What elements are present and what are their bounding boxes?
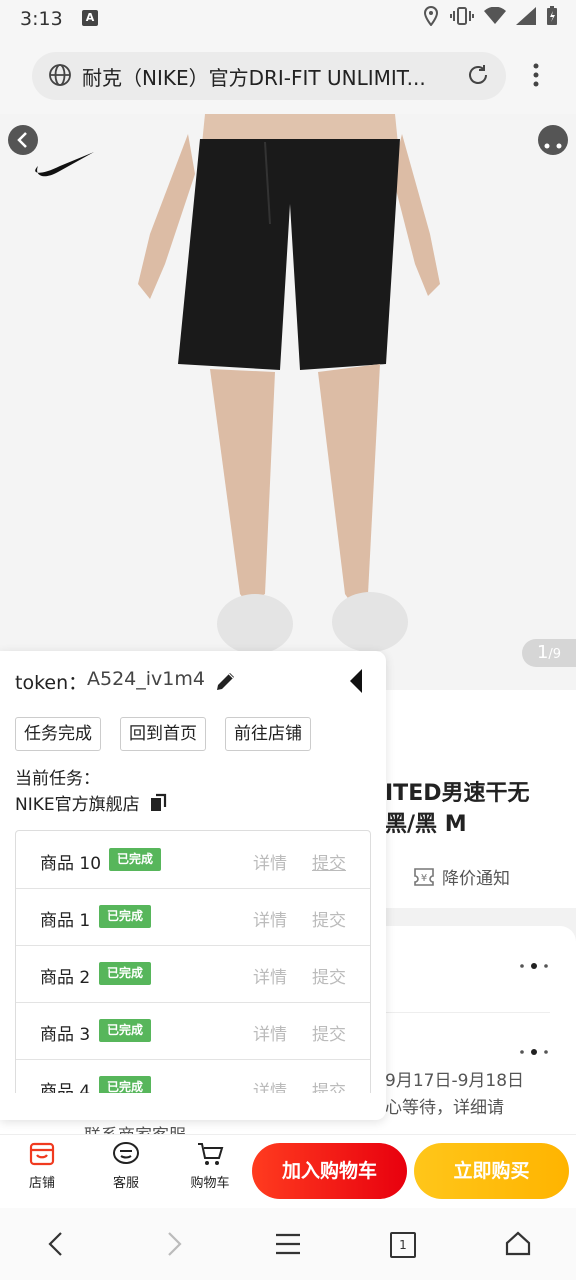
edit-pencil-icon[interactable] — [214, 669, 238, 693]
store-label: 店铺 — [28, 1176, 55, 1191]
detail-link[interactable]: 详情 — [253, 1077, 287, 1093]
item-name: 商品 10 — [40, 854, 102, 874]
delivery-info: 9月17日-9月18日 心等待，详细请 — [385, 1071, 525, 1118]
item-name: 商品 3 — [40, 1025, 91, 1045]
status-badge: 已完成 — [99, 1019, 152, 1042]
forward-icon[interactable] — [162, 1230, 186, 1258]
store-tab[interactable]: 店铺 — [12, 1140, 72, 1191]
task-item-list[interactable]: 商品 10 已完成 详情 提交 商品 1 已完成 详情 提交 商品 2 已完成 … — [15, 830, 371, 1093]
notification-a-icon: A — [82, 10, 98, 26]
item-name: 商品 1 — [40, 911, 91, 931]
submit-link[interactable]: 提交 — [312, 963, 346, 988]
store-icon — [29, 1142, 55, 1166]
divider — [385, 1012, 550, 1013]
status-badge: 已完成 — [109, 848, 162, 871]
current-task-label: 当前任务： — [15, 769, 100, 789]
submit-link[interactable]: 提交 — [312, 1077, 346, 1093]
location-icon — [423, 6, 439, 26]
price-alert-button[interactable]: ¥ 降价通知 — [412, 864, 510, 889]
service-label: 客服 — [112, 1176, 139, 1191]
ellipsis-icon[interactable] — [518, 958, 550, 974]
vibrate-icon — [450, 7, 474, 25]
more-menu-icon[interactable] — [530, 62, 542, 88]
submit-link[interactable]: 提交 — [312, 906, 346, 931]
status-time: 3:13 — [20, 8, 63, 30]
status-badge: 已完成 — [99, 1076, 152, 1093]
detail-link[interactable]: 详情 — [253, 906, 287, 931]
add-to-cart-button[interactable]: 加入购物车 — [252, 1143, 407, 1199]
token-value: A524_iv1m4 — [87, 668, 205, 690]
token-label: token： — [15, 672, 88, 694]
tabs-button[interactable]: 1 — [390, 1232, 416, 1258]
back-arrow-icon — [17, 132, 27, 148]
wifi-icon — [484, 7, 506, 24]
item-name: 商品 2 — [40, 968, 91, 988]
back-home-button[interactable]: 回到首页 — [120, 717, 206, 751]
customer-service-tab[interactable]: 客服 — [96, 1140, 156, 1191]
back-button[interactable] — [8, 125, 38, 155]
detail-link[interactable]: 详情 — [253, 963, 287, 988]
cart-icon — [198, 1143, 224, 1165]
detail-link[interactable]: 详情 — [253, 849, 287, 874]
globe-icon — [49, 64, 71, 86]
status-badge: 已完成 — [99, 905, 152, 928]
ellipsis-icon[interactable] — [518, 1044, 550, 1060]
cart-tab[interactable]: 购物车 — [180, 1140, 240, 1191]
buy-now-button[interactable]: 立即购买 — [414, 1143, 569, 1199]
price-tag-icon: ¥ — [414, 867, 434, 886]
status-icons — [422, 6, 558, 26]
price-alert-label: 降价通知 — [442, 869, 510, 889]
list-item: 商品 3 已完成 详情 提交 — [16, 1002, 370, 1060]
current-store-name: NIKE官方旗舰店 — [15, 790, 169, 815]
product-image[interactable] — [0, 114, 576, 690]
list-item: 商品 2 已完成 详情 提交 — [16, 945, 370, 1003]
list-item: 商品 1 已完成 详情 提交 — [16, 888, 370, 946]
svg-text:¥: ¥ — [421, 873, 427, 884]
go-to-store-button[interactable]: 前往店铺 — [225, 717, 311, 751]
back-icon[interactable] — [44, 1230, 68, 1258]
ellipsis-icon — [544, 143, 562, 149]
cart-label: 购物车 — [190, 1176, 230, 1191]
copy-icon[interactable] — [149, 793, 169, 813]
signal-icon — [516, 7, 536, 25]
home-icon[interactable] — [504, 1230, 532, 1256]
chat-icon — [113, 1142, 139, 1164]
product-title: ITED男速干无 黑/黑 M — [385, 781, 530, 837]
menu-icon[interactable] — [274, 1232, 302, 1256]
item-name: 商品 4 — [40, 1082, 91, 1093]
product-photo — [0, 114, 576, 690]
task-complete-button[interactable]: 任务完成 — [15, 717, 101, 751]
detail-link[interactable]: 详情 — [253, 1020, 287, 1045]
reload-icon[interactable] — [466, 63, 490, 87]
battery-icon — [547, 6, 557, 25]
status-badge: 已完成 — [99, 962, 152, 985]
collapse-triangle-icon[interactable] — [346, 667, 366, 695]
more-options-button[interactable] — [538, 125, 568, 155]
submit-link[interactable]: 提交 — [312, 1020, 346, 1045]
submit-link[interactable]: 提交 — [312, 849, 346, 874]
list-item: 商品 10 已完成 详情 提交 — [16, 831, 370, 889]
list-item: 商品 4 已完成 详情 提交 — [16, 1059, 370, 1093]
image-counter: 1/9 — [522, 639, 576, 667]
url-text[interactable]: 耐克（NIKE）官方DRI-FIT UNLIMIT... — [82, 62, 454, 91]
